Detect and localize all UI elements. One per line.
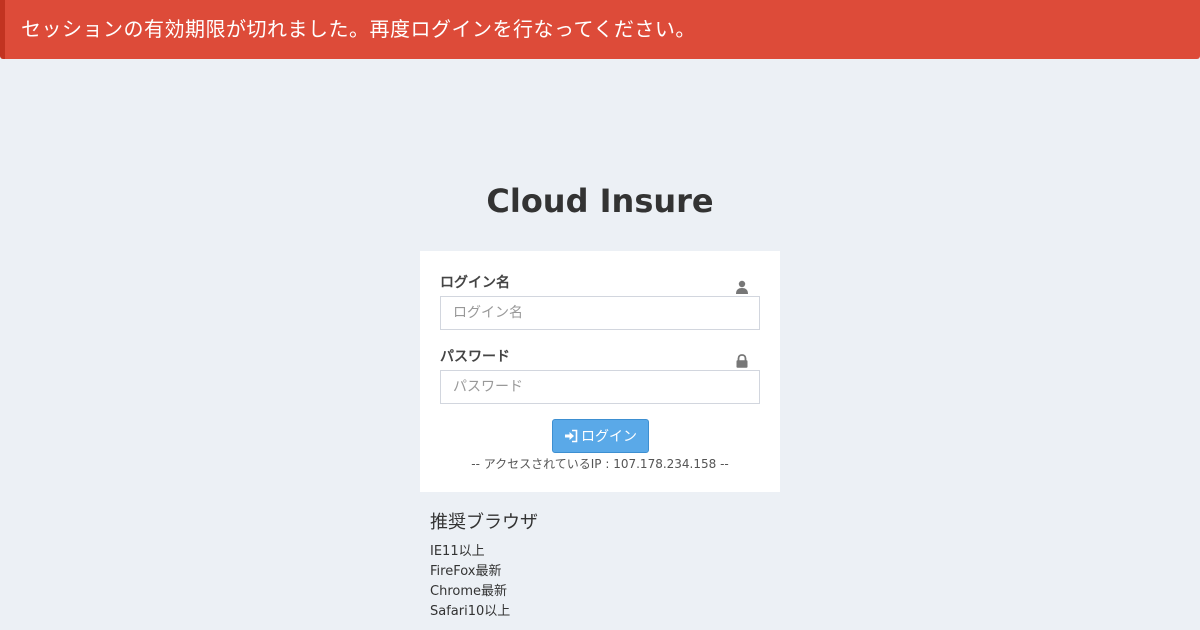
lock-icon (736, 354, 748, 368)
list-item: Safari10以上 (430, 604, 511, 619)
alert-message: セッションの有効期限が切れました。再度ログインを行なってください。 (21, 17, 696, 41)
browser-list: IE11以上 FireFox最新 Chrome最新 Safari10以上 (430, 542, 790, 622)
username-input[interactable] (440, 296, 760, 330)
username-label: ログイン名 (440, 275, 510, 291)
list-item: IE11以上 (430, 544, 485, 559)
user-icon (736, 280, 748, 294)
login-box: ログイン名 パスワード ログイン -- アクセスされているIP : 107.17… (420, 251, 780, 492)
session-expired-alert: セッションの有効期限が切れました。再度ログインを行なってください。 (0, 0, 1200, 59)
list-item: Chrome最新 (430, 584, 507, 599)
password-input[interactable] (440, 370, 760, 404)
sign-in-icon (565, 429, 578, 443)
recommended-browsers: 推奨ブラウザ IE11以上 FireFox最新 Chrome最新 Safari1… (430, 510, 790, 622)
login-button[interactable]: ログイン (552, 419, 649, 453)
app-title: Cloud Insure (486, 182, 714, 220)
password-label: パスワード (440, 349, 510, 365)
login-button-label: ログイン (581, 429, 637, 445)
access-ip-text: -- アクセスされているIP : 107.178.234.158 -- (471, 457, 729, 471)
recommended-browsers-title: 推奨ブラウザ (430, 512, 538, 533)
list-item: FireFox最新 (430, 564, 502, 579)
